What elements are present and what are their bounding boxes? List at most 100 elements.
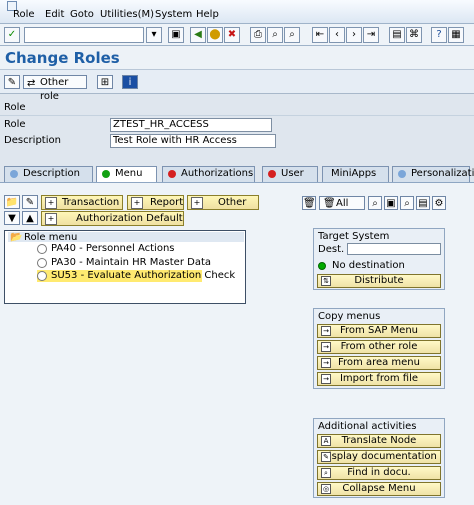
user-tab-icon — [268, 170, 276, 178]
display-documentation-button[interactable]: ✎ Display documentation — [317, 450, 441, 464]
copy-menu-icon: → — [321, 326, 331, 336]
documentation-icon: ✎ — [321, 452, 331, 462]
menubar: Role Edit Goto Utilities(M) System Help — [0, 0, 474, 24]
dest-label: Dest. — [318, 244, 345, 255]
shortcut-icon[interactable]: ⌘ — [406, 27, 422, 43]
role-field[interactable]: ZTEST_HR_ACCESS — [110, 118, 272, 132]
status-green-icon — [318, 262, 326, 270]
role-section-header: Role — [4, 102, 26, 113]
delete-button[interactable]: 🗑 — [302, 196, 316, 210]
new-session-icon[interactable]: ▤ — [389, 27, 405, 43]
page-title: Change Roles — [5, 49, 120, 67]
target-system-box: Target System Dest. No destination ⇅ Dis… — [313, 228, 445, 290]
hierarchy-button[interactable]: ⊞ — [97, 75, 113, 89]
help-icon[interactable]: ? — [431, 27, 447, 43]
import-from-file-button[interactable]: → Import from file — [317, 372, 441, 386]
role-label: Role — [4, 119, 26, 130]
from-area-menu-button[interactable]: → From area menu — [317, 356, 441, 370]
collapse-menu-button[interactable]: ◎ Collapse Menu — [317, 482, 441, 496]
translate-icon: A — [321, 436, 331, 446]
collapse-icon: ◎ — [321, 484, 331, 494]
tab-user[interactable]: User — [262, 166, 318, 182]
copy-menus-box: Copy menus → From SAP Menu → From other … — [313, 308, 445, 389]
copy-menus-title: Copy menus — [318, 311, 381, 322]
find-tree-button[interactable]: ⌕ — [368, 196, 382, 210]
import-file-icon: → — [321, 374, 331, 384]
exit-icon[interactable]: ⬤ — [207, 27, 223, 43]
last-page-icon[interactable]: ⇥ — [363, 27, 379, 43]
target-system-title: Target System — [318, 231, 390, 242]
info-button[interactable]: i — [122, 75, 138, 89]
cancel-icon[interactable]: ✖ — [224, 27, 240, 43]
settings-button[interactable]: ⚙ — [432, 196, 446, 210]
application-toolbar: ✎ ⇄ Other role ⊞ i — [0, 70, 474, 102]
description-label: Description — [4, 135, 61, 146]
additional-activities-box: Additional activities A Translate Node ✎… — [313, 418, 445, 498]
folder-open-icon: 📂 — [10, 232, 23, 243]
delete-all-icon: 🗑 — [323, 198, 336, 209]
tab-strip: Description Menu Authorizations User Min… — [0, 166, 474, 182]
first-page-icon[interactable]: ⇤ — [312, 27, 328, 43]
authorization-default-icon: + — [45, 213, 57, 225]
binoculars-icon: ⌕ — [321, 468, 331, 478]
transaction-button[interactable]: + Transaction — [41, 195, 123, 210]
translate-node-button[interactable]: A Translate Node — [317, 434, 441, 448]
other-icon: + — [191, 197, 203, 209]
toggle-display-change-button[interactable]: ✎ — [4, 75, 20, 89]
authorization-default-button[interactable]: + Authorization Default — [41, 211, 184, 226]
dest-input[interactable] — [347, 243, 441, 255]
report-button[interactable]: + Report — [127, 195, 184, 210]
check-icon[interactable]: ✓ — [4, 27, 20, 43]
distribute-button[interactable]: ⇅ Distribute — [317, 274, 441, 288]
save-icon[interactable]: ▣ — [168, 27, 184, 43]
print-icon[interactable]: ⎙ — [250, 27, 266, 43]
role-section: Role Role ZTEST_HR_ACCESS Description Te… — [0, 102, 474, 148]
additional-activities-title: Additional activities — [318, 421, 417, 432]
move-up-button[interactable]: ▲ — [22, 211, 38, 225]
standard-toolbar: ✓ ▾ ▣ ◀ ⬤ ✖ ⎙ ⌕ ⌕ ⇤ ‹ › ⇥ ▤ ⌘ ? ▦ — [0, 24, 474, 46]
find-next-tree-button[interactable]: ⌕ — [400, 196, 414, 210]
distribute-icon: ⇅ — [321, 276, 331, 286]
transaction-node-icon — [37, 271, 47, 281]
prev-page-icon[interactable]: ‹ — [329, 27, 345, 43]
dropdown-icon[interactable]: ▾ — [146, 27, 162, 43]
menu-utilities[interactable]: Utilities(M) — [100, 9, 154, 20]
report-icon: + — [131, 197, 143, 209]
other-button[interactable]: + Other — [187, 195, 259, 210]
move-down-button[interactable]: ▼ — [4, 211, 20, 225]
tab-personalization[interactable]: Personalization — [392, 166, 474, 182]
back-icon[interactable]: ◀ — [190, 27, 206, 43]
tree-item-su53[interactable]: SU53 - Evaluate Authorization Check — [37, 270, 235, 282]
tab-authorizations[interactable]: Authorizations — [162, 166, 255, 182]
layout-icon[interactable]: ▦ — [448, 27, 464, 43]
other-role-icon: ⇄ — [27, 78, 36, 89]
menu-edit[interactable]: Edit — [45, 9, 64, 20]
other-role-button[interactable]: ⇄ Other role — [23, 75, 87, 102]
folder-button[interactable]: 📁 — [4, 195, 20, 209]
find-next-icon[interactable]: ⌕ — [284, 27, 300, 43]
menu-system[interactable]: System — [155, 9, 192, 20]
menu-tab-icon — [102, 170, 110, 178]
tab-menu[interactable]: Menu — [96, 166, 157, 182]
menu-help[interactable]: Help — [196, 9, 219, 20]
description-field[interactable]: Test Role with HR Access — [110, 134, 276, 148]
transaction-node-icon — [37, 244, 47, 254]
command-field[interactable] — [24, 27, 144, 43]
find-in-docu-button[interactable]: ⌕ Find in docu. — [317, 466, 441, 480]
tab-description[interactable]: Description — [4, 166, 93, 182]
expand-all-button[interactable]: ▣ — [384, 196, 398, 210]
delete-all-button[interactable]: 🗑 All — [319, 196, 365, 210]
role-divider — [0, 115, 474, 116]
from-sap-menu-button[interactable]: → From SAP Menu — [317, 324, 441, 338]
collapse-button[interactable]: ▤ — [416, 196, 430, 210]
next-page-icon[interactable]: › — [346, 27, 362, 43]
tab-miniapps[interactable]: MiniApps — [322, 166, 389, 182]
from-other-role-button[interactable]: → From other role — [317, 340, 441, 354]
find-icon[interactable]: ⌕ — [267, 27, 283, 43]
other-role-label: Other role — [40, 77, 69, 102]
transaction-icon: + — [45, 197, 57, 209]
menu-role[interactable]: Role — [13, 9, 35, 20]
edit-node-button[interactable]: ✎ — [22, 195, 38, 209]
personalization-tab-icon — [398, 170, 406, 178]
menu-goto[interactable]: Goto — [70, 9, 94, 20]
